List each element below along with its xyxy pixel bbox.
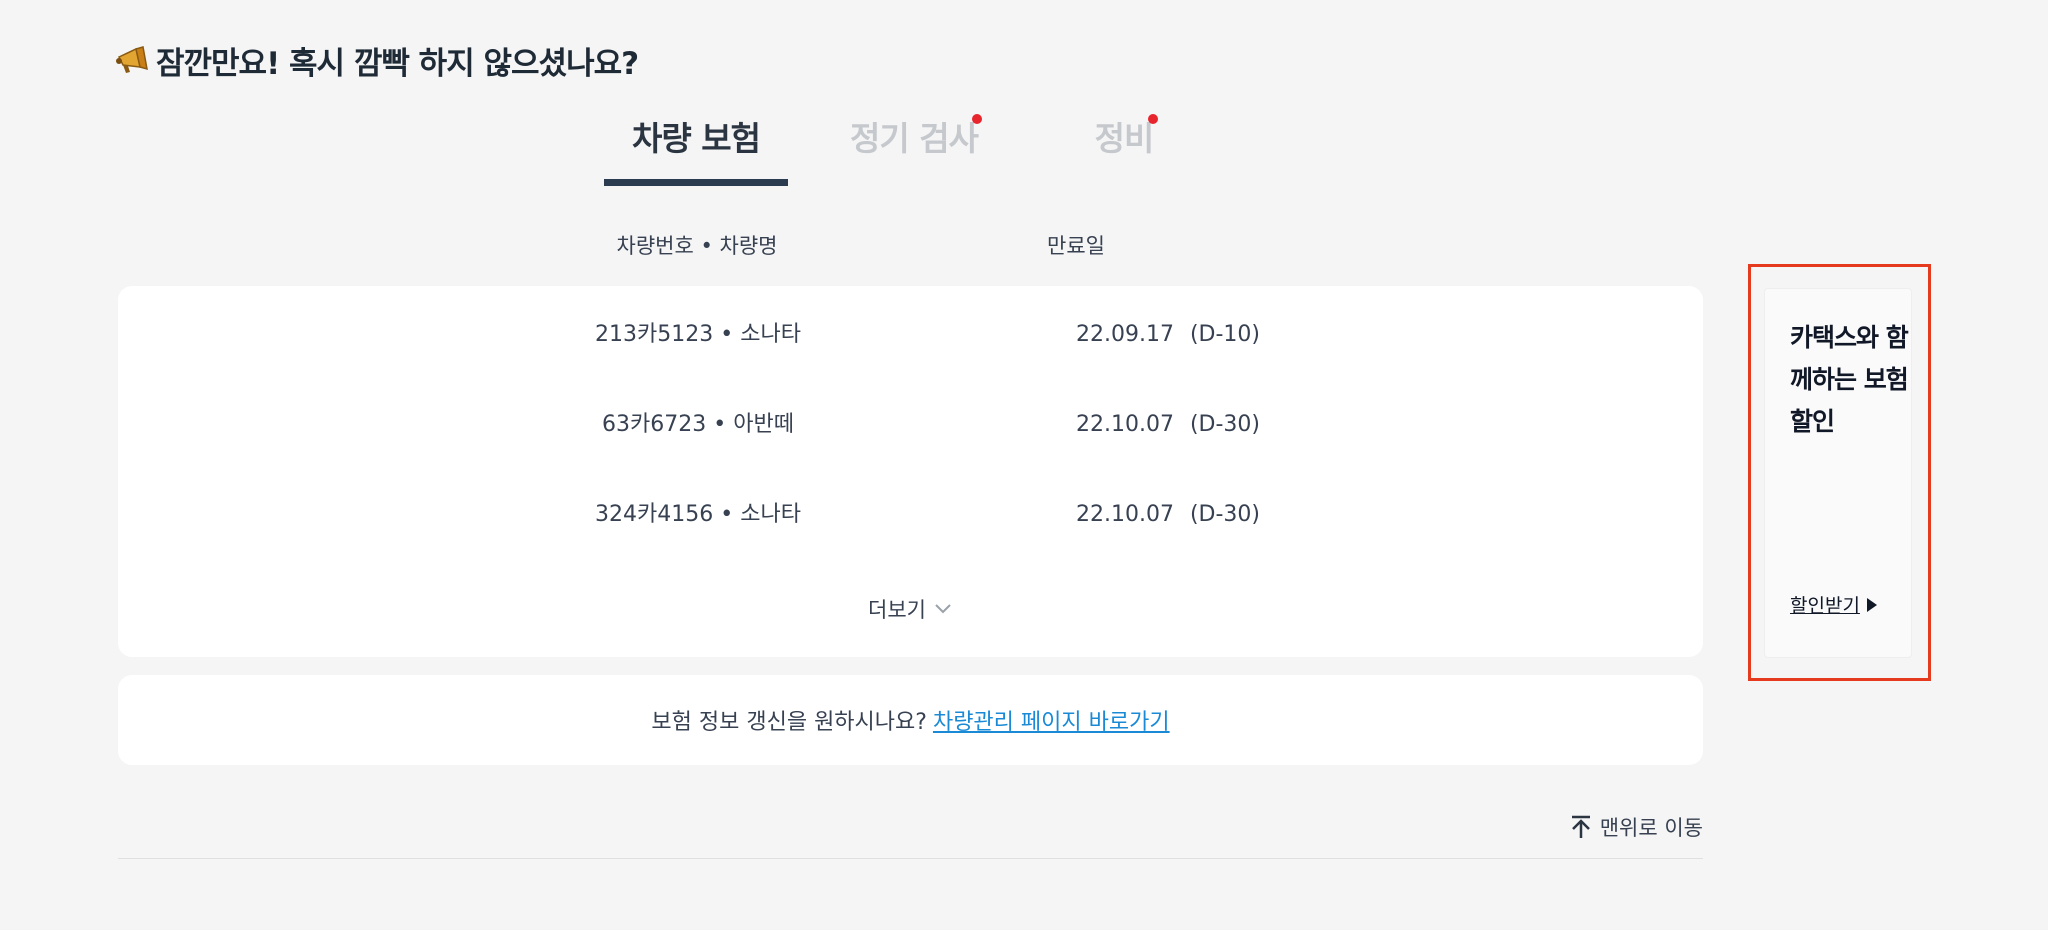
tab-periodic-inspection[interactable]: 정기 검사 [844,108,984,186]
ad-title: 카택스와 함께하는 보험할인 [1790,323,1909,436]
page: 잠깐만요! 혹시 깜빡 하지 않으셨나요? 차량 보험 정기 검사 정비 차량번… [0,0,2048,930]
section-heading: 잠깐만요! 혹시 깜빡 하지 않으셨나요? [116,38,639,82]
heading-text: 잠깐만요! 혹시 깜빡 하지 않으셨나요? [156,45,639,82]
tab-label: 정비 [1094,119,1155,158]
active-tab-underline [604,179,788,186]
more-button[interactable]: 더보기 [868,594,952,624]
tab-vehicle-insurance[interactable]: 차량 보험 [604,108,788,186]
tab-label: 차량 보험 [632,119,761,158]
footer-divider [118,858,1703,859]
renewal-info-card: 보험 정보 갱신을 원하시나요? 차량관리 페이지 바로가기 [118,675,1703,765]
notification-dot [972,114,982,124]
d-day-count: (D-10) [1189,322,1261,347]
get-discount-link[interactable]: 할인받기 [1790,591,1878,618]
chevron-down-icon [935,604,951,614]
notification-dot [1148,114,1158,124]
d-day-count: (D-30) [1189,412,1261,437]
column-header-expiry: 만료일 [1047,234,1105,258]
d-day-count: (D-30) [1189,502,1261,527]
vehicle-cell: 213카5123 • 소나타 [595,322,801,347]
expiry-cell: 22.10.07 (D-30) [1076,412,1260,437]
table-row[interactable]: 213카5123 • 소나타 22.09.17 (D-10) [118,286,1703,376]
tab-bar: 차량 보험 정기 검사 정비 [604,108,1184,186]
ad-highlight-frame: 카택스와 함께하는 보험할인 할인받기 [1748,264,1931,681]
vehicle-cell: 63카6723 • 아반떼 [602,412,794,437]
insurance-list-card: 213카5123 • 소나타 22.09.17 (D-10) 63카6723 • … [118,286,1703,657]
more-label: 더보기 [868,598,926,622]
renewal-question: 보험 정보 갱신을 원하시나요? [651,710,927,735]
expiry-cell: 22.09.17 (D-10) [1076,322,1260,347]
ad-link-label: 할인받기 [1790,595,1860,617]
insurance-discount-ad[interactable]: 카택스와 함께하는 보험할인 할인받기 [1764,288,1912,658]
table-row[interactable]: 324카4156 • 소나타 22.10.07 (D-30) [118,466,1703,556]
vehicle-management-link[interactable]: 차량관리 페이지 바로가기 [933,704,1170,736]
expiry-date: 22.10.07 [1076,412,1174,437]
vehicle-cell: 324카4156 • 소나타 [595,502,801,527]
to-top-label: 맨위로 이동 [1599,816,1703,840]
arrow-up-icon [1571,815,1590,838]
tab-label: 정기 검사 [850,119,979,158]
tab-maintenance[interactable]: 정비 [1084,108,1164,186]
expiry-date: 22.10.07 [1076,502,1174,527]
table-row[interactable]: 63카6723 • 아반떼 22.10.07 (D-30) [118,376,1703,466]
table-header: 차량번호 • 차량명 만료일 [0,226,2048,266]
expiry-date: 22.09.17 [1076,322,1174,347]
expiry-cell: 22.10.07 (D-30) [1076,502,1260,527]
scroll-to-top-button[interactable]: 맨위로 이동 [1570,812,1703,842]
triangle-right-icon [1866,597,1877,612]
megaphone-icon [116,46,148,73]
column-header-vehicle: 차량번호 • 차량명 [616,234,778,258]
